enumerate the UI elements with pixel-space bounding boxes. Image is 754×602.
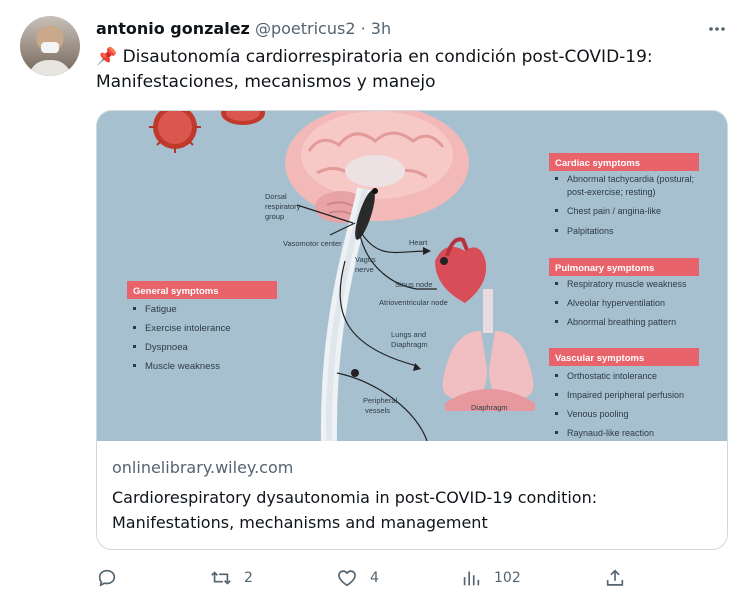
tweet-time[interactable]: 3h <box>371 19 391 38</box>
vascular-item: Orthostatic intolerance <box>567 371 657 381</box>
author-handle[interactable]: @poetricus2 <box>255 19 356 38</box>
author-avatar[interactable] <box>20 16 80 76</box>
label-dorsal-1: Dorsal <box>265 192 287 201</box>
card-image[interactable]: Dorsal respiratory group Vasomotor cente… <box>97 111 727 441</box>
like-button[interactable]: 4 <box>336 566 379 590</box>
label-diaphragm: Diaphragm <box>471 403 508 412</box>
retweet-count: 2 <box>244 570 253 586</box>
label-dorsal-3: group <box>265 212 284 221</box>
link-card[interactable]: Dorsal respiratory group Vasomotor cente… <box>96 110 728 550</box>
label-heart: Heart <box>409 238 428 247</box>
retweet-button[interactable]: 2 <box>210 566 253 590</box>
vascular-title: Vascular symptoms <box>555 353 644 364</box>
cardiac-item: Abnormal tachycardia (postural; <box>567 174 694 184</box>
general-item: Exercise intolerance <box>145 323 231 334</box>
reply-button[interactable] <box>96 566 130 590</box>
heart-icon <box>338 570 356 587</box>
tweet-text: 📌 Disautonomía cardiorrespiratoria en co… <box>96 45 716 95</box>
pin-icon: 📌 <box>96 47 118 67</box>
more-dots-icon <box>709 27 725 31</box>
pulmonary-item: Abnormal breathing pattern <box>567 317 676 327</box>
general-item: Muscle weakness <box>145 361 220 372</box>
share-button[interactable] <box>604 566 626 590</box>
author-name[interactable]: antonio gonzalez <box>96 19 250 38</box>
label-dorsal-2: respiratory <box>265 202 301 211</box>
label-lungs-1: Lungs and <box>391 330 426 339</box>
label-peripheral-2: vessels <box>365 406 390 415</box>
cardiac-item: Chest pain / angina-like <box>567 206 661 216</box>
label-lungs-2: Diaphragm <box>391 340 428 349</box>
label-sinus: Sinus node <box>395 280 433 289</box>
label-vagus-1: Vagus <box>355 255 376 264</box>
vascular-item: Impaired peripheral perfusion <box>567 390 684 400</box>
label-av: Atrioventricular node <box>379 298 448 307</box>
card-domain[interactable]: onlinelibrary.wiley.com <box>112 458 293 477</box>
cardiac-item: Palpitations <box>567 226 614 236</box>
more-options-icon[interactable] <box>706 18 728 40</box>
vascular-item: Raynaud-like reaction <box>567 428 654 438</box>
general-item: Dyspnoea <box>145 342 188 353</box>
general-title: General symptoms <box>133 286 219 297</box>
views-button[interactable]: 102 <box>460 566 521 590</box>
cardiac-item: post-exercise; resting) <box>567 187 656 197</box>
label-peripheral-1: Peripheral <box>363 396 398 405</box>
avatar-mask <box>41 42 59 53</box>
tweet-body: Disautonomía cardiorrespiratoria en cond… <box>96 47 653 92</box>
card-title[interactable]: Cardiorespiratory dysautonomia in post-C… <box>112 485 712 535</box>
reply-icon <box>98 569 116 587</box>
label-vasomotor: Vasomotor center <box>283 239 342 248</box>
like-count: 4 <box>370 570 379 586</box>
share-icon <box>606 569 624 586</box>
cardiac-title: Cardiac symptoms <box>555 158 640 169</box>
vascular-item: Venous pooling <box>567 409 629 419</box>
views-count: 102 <box>494 570 521 586</box>
avatar-shoulders <box>28 60 72 76</box>
general-item: Fatigue <box>145 304 177 315</box>
pulmonary-item: Alveolar hyperventilation <box>567 298 665 308</box>
retweet-icon <box>211 571 231 585</box>
infographic: Dorsal respiratory group Vasomotor cente… <box>97 111 727 441</box>
tweet-header: antonio gonzalez @poetricus2 · 3h <box>96 18 391 40</box>
pulmonary-title: Pulmonary symptoms <box>555 263 654 274</box>
pulmonary-item: Respiratory muscle weakness <box>567 279 687 289</box>
separator-dot: · <box>360 19 366 38</box>
views-icon <box>463 571 480 586</box>
tweet-actions: 2 4 102 <box>96 566 736 590</box>
label-vagus-2: nerve <box>355 265 374 274</box>
